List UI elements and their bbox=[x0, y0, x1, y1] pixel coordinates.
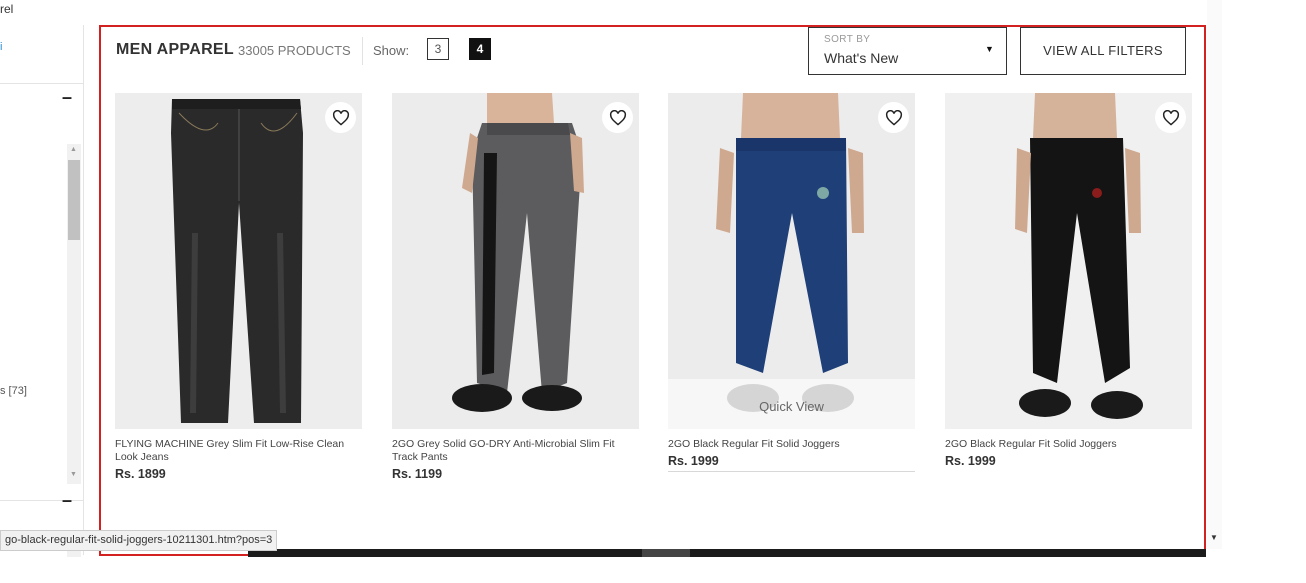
product-image[interactable]: Quick View bbox=[668, 93, 915, 429]
product-card[interactable]: 2GO Black Regular Fit Solid Joggers Rs. … bbox=[945, 93, 1192, 468]
caret-down-icon: ▼ bbox=[985, 44, 994, 54]
heart-icon bbox=[332, 109, 349, 126]
filter-option[interactable]: s [73] bbox=[0, 385, 27, 397]
collapse-icon[interactable]: – bbox=[62, 491, 72, 509]
filter-sidebar: i – ▲ ▼ s [73] – bbox=[0, 25, 84, 557]
product-price: Rs. 1999 bbox=[945, 454, 996, 468]
scroll-thumb[interactable] bbox=[68, 160, 80, 240]
footer-strip-highlight bbox=[642, 549, 690, 557]
product-name[interactable]: FLYING MACHINE Grey Slim Fit Low-Rise Cl… bbox=[115, 438, 362, 464]
view-all-filters-button[interactable]: VIEW ALL FILTERS bbox=[1020, 27, 1186, 75]
joggers-image bbox=[945, 93, 1192, 429]
scroll-down-icon[interactable]: ▼ bbox=[1210, 533, 1218, 542]
scroll-up-icon[interactable]: ▲ bbox=[70, 146, 77, 153]
wishlist-button[interactable] bbox=[878, 102, 909, 133]
grid-3-button[interactable]: 3 bbox=[427, 38, 449, 60]
sidebar-header: i bbox=[0, 25, 83, 84]
product-image[interactable] bbox=[392, 93, 639, 429]
status-bar-url: go-black-regular-fit-solid-joggers-10211… bbox=[0, 530, 278, 551]
scroll-down-icon[interactable]: ▼ bbox=[70, 471, 77, 478]
wishlist-button[interactable] bbox=[325, 102, 356, 133]
card-underline bbox=[668, 471, 915, 472]
divider bbox=[362, 37, 363, 65]
product-price: Rs. 1899 bbox=[115, 467, 166, 481]
sidebar-scrollbar[interactable]: ▲ ▼ bbox=[67, 144, 81, 484]
sort-dropdown[interactable]: SORT BY What's New ▼ bbox=[808, 27, 1007, 75]
product-name[interactable]: 2GO Grey Solid GO-DRY Anti-Microbial Sli… bbox=[392, 438, 639, 464]
page: rel i – ▲ ▼ s [73] – MEN APPAREL 33005 P… bbox=[0, 0, 1222, 583]
page-scrollbar[interactable]: ▼ bbox=[1207, 0, 1222, 549]
show-label: Show: bbox=[373, 43, 410, 58]
product-count: 33005 PRODUCTS bbox=[238, 43, 351, 58]
breadcrumb[interactable]: rel bbox=[0, 2, 13, 16]
product-name[interactable]: 2GO Black Regular Fit Solid Joggers bbox=[945, 438, 1192, 451]
product-price: Rs. 1199 bbox=[392, 467, 443, 481]
quick-view-button[interactable]: Quick View bbox=[668, 379, 915, 429]
product-listing: MEN APPAREL 33005 PRODUCTS Show: 3 4 SOR… bbox=[99, 25, 1206, 556]
product-card[interactable]: FLYING MACHINE Grey Slim Fit Low-Rise Cl… bbox=[115, 93, 362, 481]
page-title: MEN APPAREL bbox=[116, 41, 234, 58]
product-image[interactable] bbox=[945, 93, 1192, 429]
heart-icon bbox=[1162, 109, 1179, 126]
heart-icon bbox=[885, 109, 902, 126]
product-name[interactable]: 2GO Black Regular Fit Solid Joggers bbox=[668, 438, 915, 451]
product-card[interactable]: Quick View 2GO Black Regular Fit Solid J… bbox=[668, 93, 915, 472]
product-price: Rs. 1999 bbox=[668, 454, 719, 468]
product-image[interactable] bbox=[115, 93, 362, 429]
track-pants-image bbox=[392, 93, 639, 429]
grid-4-button[interactable]: 4 bbox=[469, 38, 491, 60]
wishlist-button[interactable] bbox=[1155, 102, 1186, 133]
sort-caption: SORT BY bbox=[824, 34, 871, 45]
footer-strip bbox=[248, 549, 1206, 557]
sidebar-link[interactable]: i bbox=[0, 41, 2, 53]
heart-icon bbox=[609, 109, 626, 126]
wishlist-button[interactable] bbox=[602, 102, 633, 133]
product-card[interactable]: 2GO Grey Solid GO-DRY Anti-Microbial Sli… bbox=[392, 93, 639, 481]
collapse-icon[interactable]: – bbox=[62, 88, 72, 106]
sort-value: What's New bbox=[824, 50, 899, 66]
jeans-image bbox=[115, 93, 362, 429]
